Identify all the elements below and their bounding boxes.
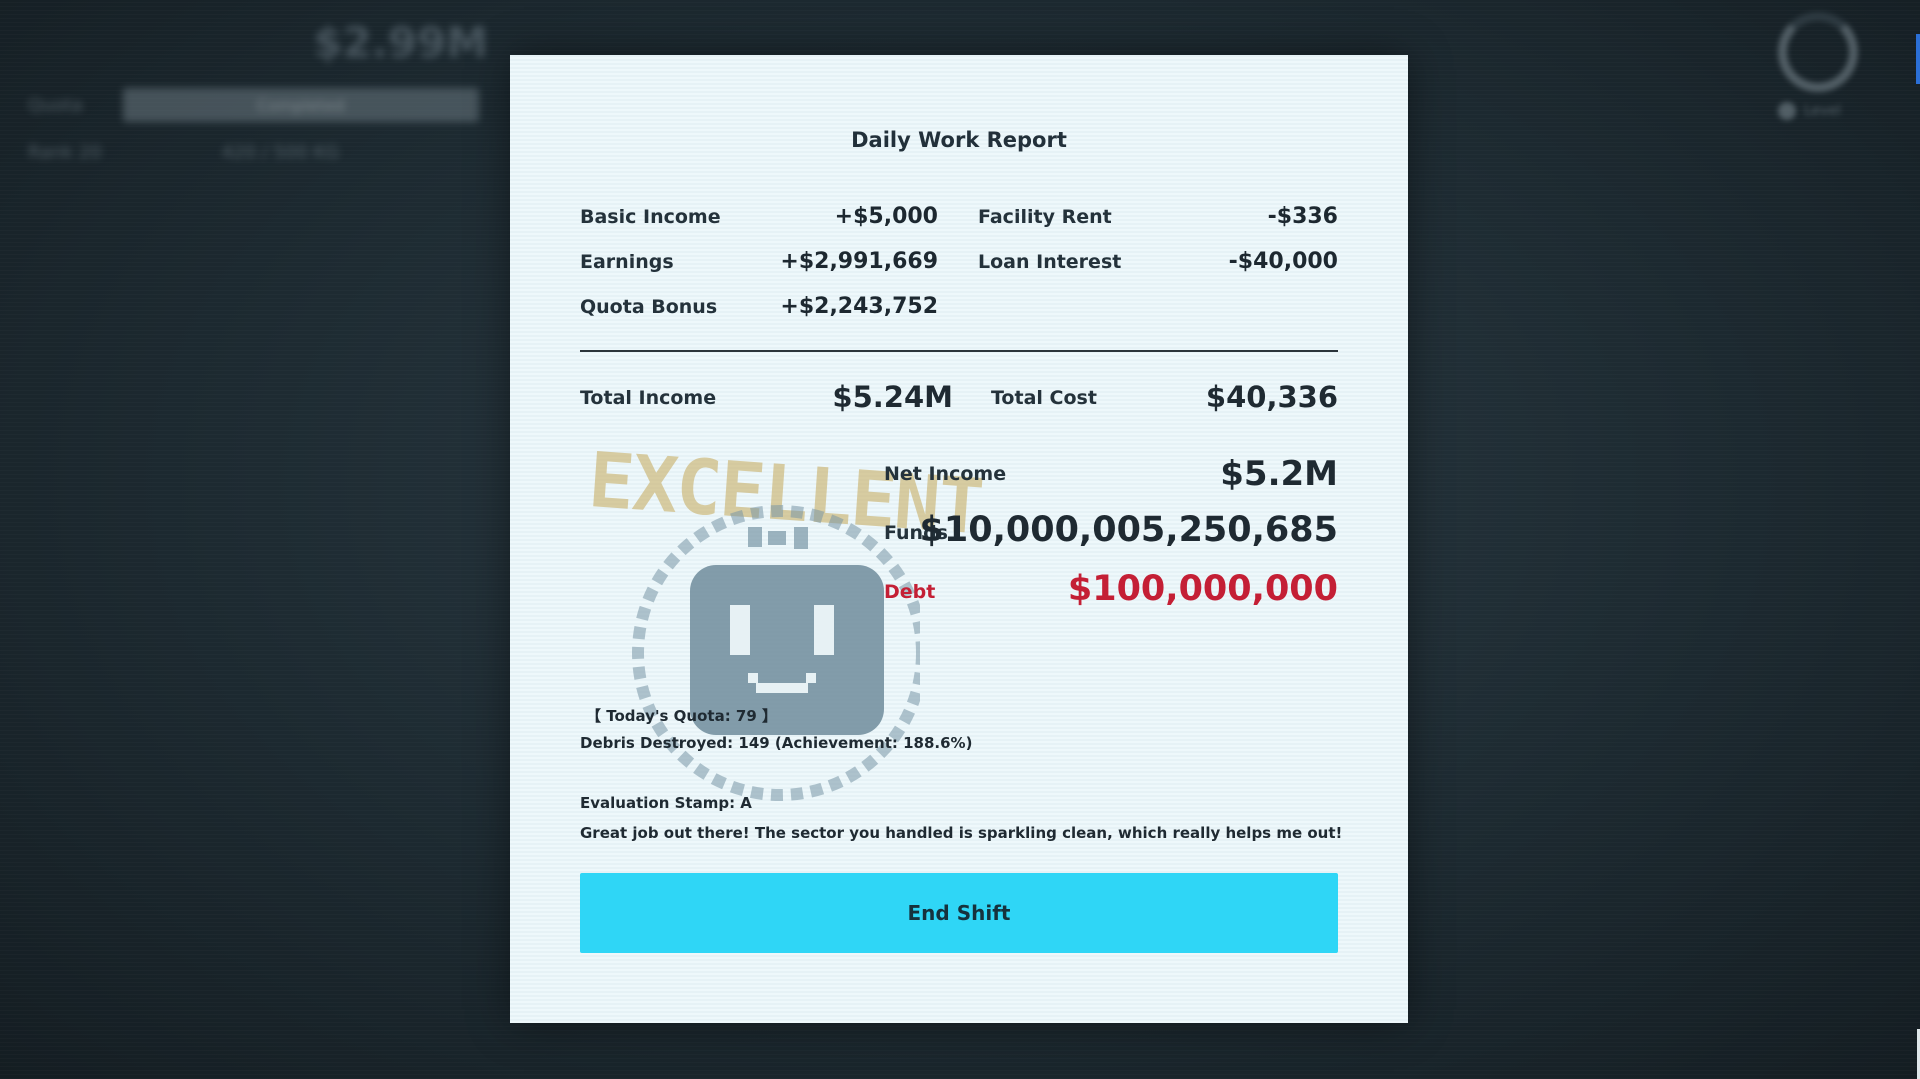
level-icon	[1778, 102, 1796, 120]
net-income-label: Net Income	[884, 463, 1007, 485]
end-shift-button[interactable]: End Shift	[580, 873, 1338, 953]
robot-mascot-icon	[632, 505, 920, 801]
hud-quota-row: Quota Completed	[28, 88, 479, 122]
hud-quota-bar: Completed	[122, 88, 479, 122]
basic-income-value: +$5,000	[834, 204, 938, 229]
clock-ring-icon	[1778, 12, 1858, 92]
todays-quota-text: 【 Today's Quota: 79 】	[586, 707, 778, 725]
loan-interest-value: -$40,000	[1228, 249, 1338, 274]
report-divider	[580, 350, 1338, 352]
basic-income-label: Basic Income	[580, 206, 721, 228]
evaluation-comment: Great job out there! The sector you hand…	[580, 824, 1343, 842]
total-cost-label: Total Cost	[991, 387, 1097, 409]
hud-weight: 420 / 500 KG	[221, 142, 340, 163]
hud-clock-label: Level	[1804, 103, 1841, 119]
evaluation-stamp-text: Evaluation Stamp: A	[580, 794, 752, 812]
debris-destroyed-text: Debris Destroyed: 149 (Achievement: 188.…	[580, 734, 973, 752]
hud-clock: Level	[1778, 12, 1874, 122]
report-title: Daily Work Report	[851, 128, 1067, 152]
quota-bonus-value: +$2,243,752	[780, 294, 938, 319]
hud-money: $2.99M	[313, 18, 488, 67]
total-income-label: Total Income	[580, 387, 717, 409]
total-income-value: $5.24M	[832, 380, 953, 414]
daily-work-report-card: Daily Work Report Basic Income +$5,000 E…	[510, 55, 1408, 1023]
debt-value: $100,000,000	[1067, 569, 1338, 609]
hud-rank-row: Rank 20 420 / 500 KG	[28, 142, 339, 163]
debt-label: Debt	[884, 581, 936, 603]
earnings-label: Earnings	[580, 251, 674, 273]
net-income-value: $5.2M	[1220, 454, 1338, 494]
earnings-value: +$2,991,669	[780, 249, 938, 274]
hud-rank: Rank 20	[28, 142, 102, 163]
facility-rent-label: Facility Rent	[978, 206, 1112, 228]
quota-bonus-label: Quota Bonus	[580, 296, 718, 318]
edge-marker	[1916, 34, 1920, 84]
loan-interest-label: Loan Interest	[978, 251, 1122, 273]
facility-rent-value: -$336	[1267, 204, 1338, 229]
funds-value: $10,000,005,250,685	[919, 510, 1338, 550]
hud-quota-label: Quota	[28, 94, 83, 116]
evaluation-stamp: EXCELLENT	[580, 415, 985, 815]
total-cost-value: $40,336	[1205, 380, 1338, 414]
